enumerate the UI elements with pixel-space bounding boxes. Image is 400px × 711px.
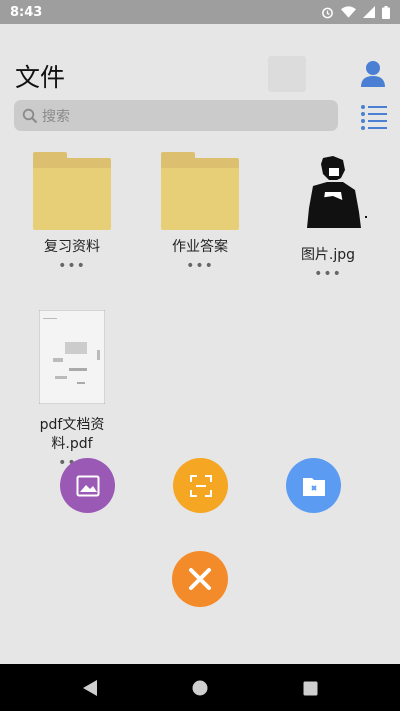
signal-icon	[363, 6, 375, 18]
file-name: 作业答案	[172, 239, 228, 255]
navigation-bar	[0, 664, 400, 711]
close-menu-button[interactable]	[172, 551, 228, 607]
battery-icon	[382, 5, 390, 19]
list-icon	[361, 105, 387, 130]
more-options-icon[interactable]: •••	[18, 259, 126, 273]
home-button[interactable]	[188, 676, 212, 700]
recents-icon	[303, 681, 317, 695]
profile-button[interactable]	[360, 60, 386, 88]
folder-add-icon	[302, 477, 325, 496]
file-item-folder-answers[interactable]: 作业答案 •••	[146, 152, 254, 273]
search-input[interactable]: 搜索	[14, 100, 338, 131]
alarm-icon	[322, 7, 333, 18]
new-folder-button[interactable]	[286, 458, 341, 513]
status-bar: 8:43	[0, 0, 400, 24]
page-title: 文件	[15, 63, 66, 92]
list-view-button[interactable]	[360, 104, 388, 130]
more-options-icon[interactable]: •••	[146, 259, 254, 273]
add-image-button[interactable]	[60, 458, 115, 513]
image-thumbnail	[293, 152, 373, 236]
file-name: pdf文档资料.pdf	[39, 417, 105, 452]
status-time: 8:43	[10, 4, 43, 20]
close-icon	[189, 568, 211, 590]
file-item-image[interactable]: 图片.jpg •••	[274, 152, 382, 281]
faded-placeholder	[268, 56, 306, 92]
back-button[interactable]	[78, 676, 102, 700]
file-name: 图片.jpg	[300, 247, 356, 263]
file-name: 复习资料	[44, 239, 100, 255]
file-item-pdf[interactable]: pdf文档资料.pdf •••	[18, 309, 126, 470]
scan-button[interactable]	[173, 458, 228, 513]
scan-icon	[189, 474, 212, 497]
back-icon	[83, 680, 97, 696]
folder-icon	[33, 152, 111, 230]
image-icon	[76, 475, 99, 496]
user-icon	[361, 61, 385, 87]
more-options-icon[interactable]: •••	[274, 267, 382, 281]
file-item-folder-review[interactable]: 复习资料 •••	[18, 152, 126, 273]
search-placeholder: 搜索	[42, 108, 70, 125]
home-icon	[192, 680, 208, 696]
wifi-icon	[341, 6, 356, 18]
pdf-thumbnail	[38, 309, 106, 405]
recents-button[interactable]	[298, 676, 322, 700]
folder-icon	[161, 152, 239, 230]
search-icon	[22, 108, 38, 123]
